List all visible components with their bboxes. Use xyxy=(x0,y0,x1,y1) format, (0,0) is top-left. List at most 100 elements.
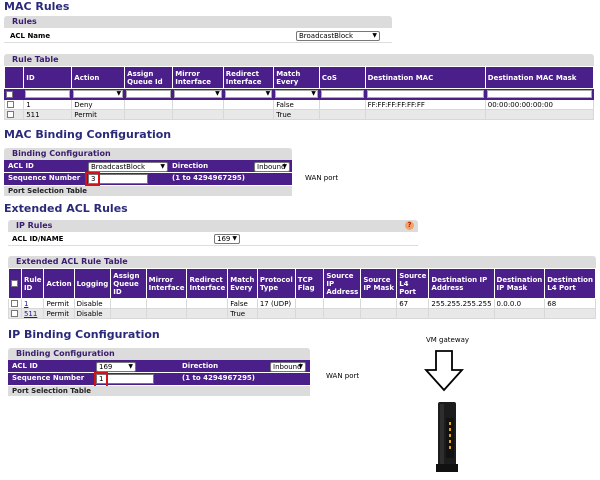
ip-binding-panel: ACL ID 169 ▼ Direction Inbound ▼ Sequence … xyxy=(8,360,310,385)
mac-binding-title: MAC Binding Configuration xyxy=(4,128,172,141)
col-header: Action xyxy=(71,66,126,89)
row-checkbox[interactable] xyxy=(11,300,18,307)
acl-id-row: ACL ID BroadcastBlock ▼ Direction Inbound… xyxy=(4,161,292,172)
filter-select[interactable]: ▼ xyxy=(275,90,318,98)
cell-match: True xyxy=(273,109,320,120)
filter-select[interactable]: ▼ xyxy=(224,90,273,98)
acl-id-select[interactable]: 169 ▼ xyxy=(96,362,136,372)
wan-port-annotation: WAN port xyxy=(326,372,360,380)
filter-input[interactable] xyxy=(25,90,71,98)
cell-queue xyxy=(124,99,174,110)
rule-id-link[interactable]: 1 xyxy=(24,300,28,308)
row-checkbox[interactable] xyxy=(7,101,14,108)
direction-select[interactable]: Inbound ▼ xyxy=(254,162,290,172)
rule-table-header: Rule Table xyxy=(4,54,594,66)
col-header: Destination MAC xyxy=(364,66,486,89)
sequence-label: Sequence Number xyxy=(12,374,85,382)
row-checkbox[interactable] xyxy=(7,111,14,118)
router-device-icon xyxy=(436,402,458,472)
rule-id-link[interactable]: 511 xyxy=(24,310,37,318)
chevron-down-icon: ▼ xyxy=(215,90,220,97)
col-header: Rule ID xyxy=(20,268,45,299)
cell-dest-mask xyxy=(484,109,595,120)
row-checkbox[interactable] xyxy=(11,310,18,317)
filter-select[interactable]: ▼ xyxy=(174,90,222,98)
cell-queue xyxy=(110,298,147,309)
cell-dest-mac: FF:FF:FF:FF:FF:FF xyxy=(364,99,486,110)
filter-input[interactable] xyxy=(126,90,172,98)
cell-src-port: 67 xyxy=(396,298,430,309)
acl-id-name-label: ACL ID/NAME xyxy=(12,235,64,243)
filter-input[interactable] xyxy=(366,90,484,98)
extended-acl-title: Extended ACL Rules xyxy=(4,202,128,215)
col-header: Match Every xyxy=(227,268,258,299)
cell-action: Deny xyxy=(71,99,126,110)
cell-match: True xyxy=(227,308,258,319)
filter-input[interactable] xyxy=(320,90,364,98)
col-header: Destination IP Mask xyxy=(493,268,546,299)
cell-id: 511 xyxy=(23,109,73,120)
chevron-down-icon: ▼ xyxy=(128,363,133,370)
cell-dst-port xyxy=(544,308,596,319)
filter-input[interactable] xyxy=(486,90,592,98)
cell-dst-mask xyxy=(493,308,546,319)
help-icon[interactable]: ? xyxy=(405,221,414,230)
acl-id-name-row: ACL ID/NAME 169 ▼ xyxy=(8,232,418,246)
acl-name-select[interactable]: BroadcastBlock ▼ xyxy=(296,31,380,41)
table-row: 511 Permit Disable True xyxy=(8,308,596,319)
cell-src-mask xyxy=(360,308,398,319)
cell-mirror xyxy=(172,99,224,110)
select-all-checkbox[interactable] xyxy=(6,90,13,98)
wan-port-annotation: WAN port xyxy=(305,174,339,182)
cell-redirect xyxy=(186,298,229,309)
port-selection-table-toggle[interactable]: Port Selection Table xyxy=(8,386,310,396)
port-selection-table-toggle[interactable]: Port Selection Table xyxy=(4,186,292,196)
down-arrow-icon xyxy=(424,350,464,392)
cell-dest-mac xyxy=(364,109,486,120)
acl-name-row: ACL Name BroadcastBlock ▼ xyxy=(4,29,392,43)
acl-id-select[interactable]: BroadcastBlock ▼ xyxy=(88,162,168,172)
ip-binding-panel-header: Binding Configuration xyxy=(8,348,310,360)
acl-id-label: ACL ID xyxy=(12,362,38,370)
chevron-down-icon: ▼ xyxy=(232,235,237,242)
cell-logging: Disable xyxy=(73,298,112,309)
cell-action: Permit xyxy=(71,109,126,120)
direction-select[interactable]: Inbound ▼ xyxy=(270,362,306,372)
cell-mirror xyxy=(172,109,224,120)
col-header: Source IP Mask xyxy=(360,268,398,299)
col-header: Assign Queue ID xyxy=(110,268,147,299)
col-header: CoS xyxy=(318,66,366,89)
mac-binding-panel: ACL ID BroadcastBlock ▼ Direction Inbound… xyxy=(4,160,292,185)
cell-cos xyxy=(318,109,366,120)
cell-queue xyxy=(124,109,174,120)
acl-id-row: ACL ID 169 ▼ Direction Inbound ▼ xyxy=(8,361,310,372)
col-header: Destination L4 Port xyxy=(544,268,596,299)
cell-src-mask xyxy=(360,298,398,309)
cell-redirect xyxy=(222,109,275,120)
cell-dest-mask: 00:00:00:00:00:00 xyxy=(484,99,595,110)
cell-match: False xyxy=(273,99,320,110)
chevron-down-icon: ▼ xyxy=(265,90,271,97)
cell-dst-ip xyxy=(428,308,495,319)
sequence-range: (1 to 4294967295) xyxy=(172,174,246,182)
col-header: Logging xyxy=(73,268,112,299)
cell-dst-mask: 0.0.0.0 xyxy=(493,298,546,309)
extended-acl-rule-table: Rule ID Action Logging Assign Queue ID M… xyxy=(8,268,596,319)
acl-id-label: ACL ID xyxy=(8,162,34,170)
chevron-down-icon: ▼ xyxy=(372,32,377,39)
cell-protocol: 17 (UDP) xyxy=(256,298,296,309)
col-header: ID xyxy=(23,66,73,89)
sequence-label: Sequence Number xyxy=(8,174,81,182)
col-header: Redirect Interface xyxy=(222,66,275,89)
select-all-checkbox[interactable] xyxy=(11,280,18,287)
mac-binding-panel-header: Binding Configuration xyxy=(4,148,292,160)
cell-cos xyxy=(318,99,366,110)
filter-select[interactable]: ▼ xyxy=(73,90,124,98)
chevron-down-icon: ▼ xyxy=(311,90,316,97)
chevron-down-icon: ▼ xyxy=(298,363,303,370)
acl-id-name-select[interactable]: 169 ▼ xyxy=(214,234,240,244)
vm-gateway-label: VM gateway xyxy=(426,336,469,344)
cell-queue xyxy=(110,308,147,319)
col-header: TCP Flag xyxy=(294,268,325,299)
cell-mirror xyxy=(145,308,188,319)
